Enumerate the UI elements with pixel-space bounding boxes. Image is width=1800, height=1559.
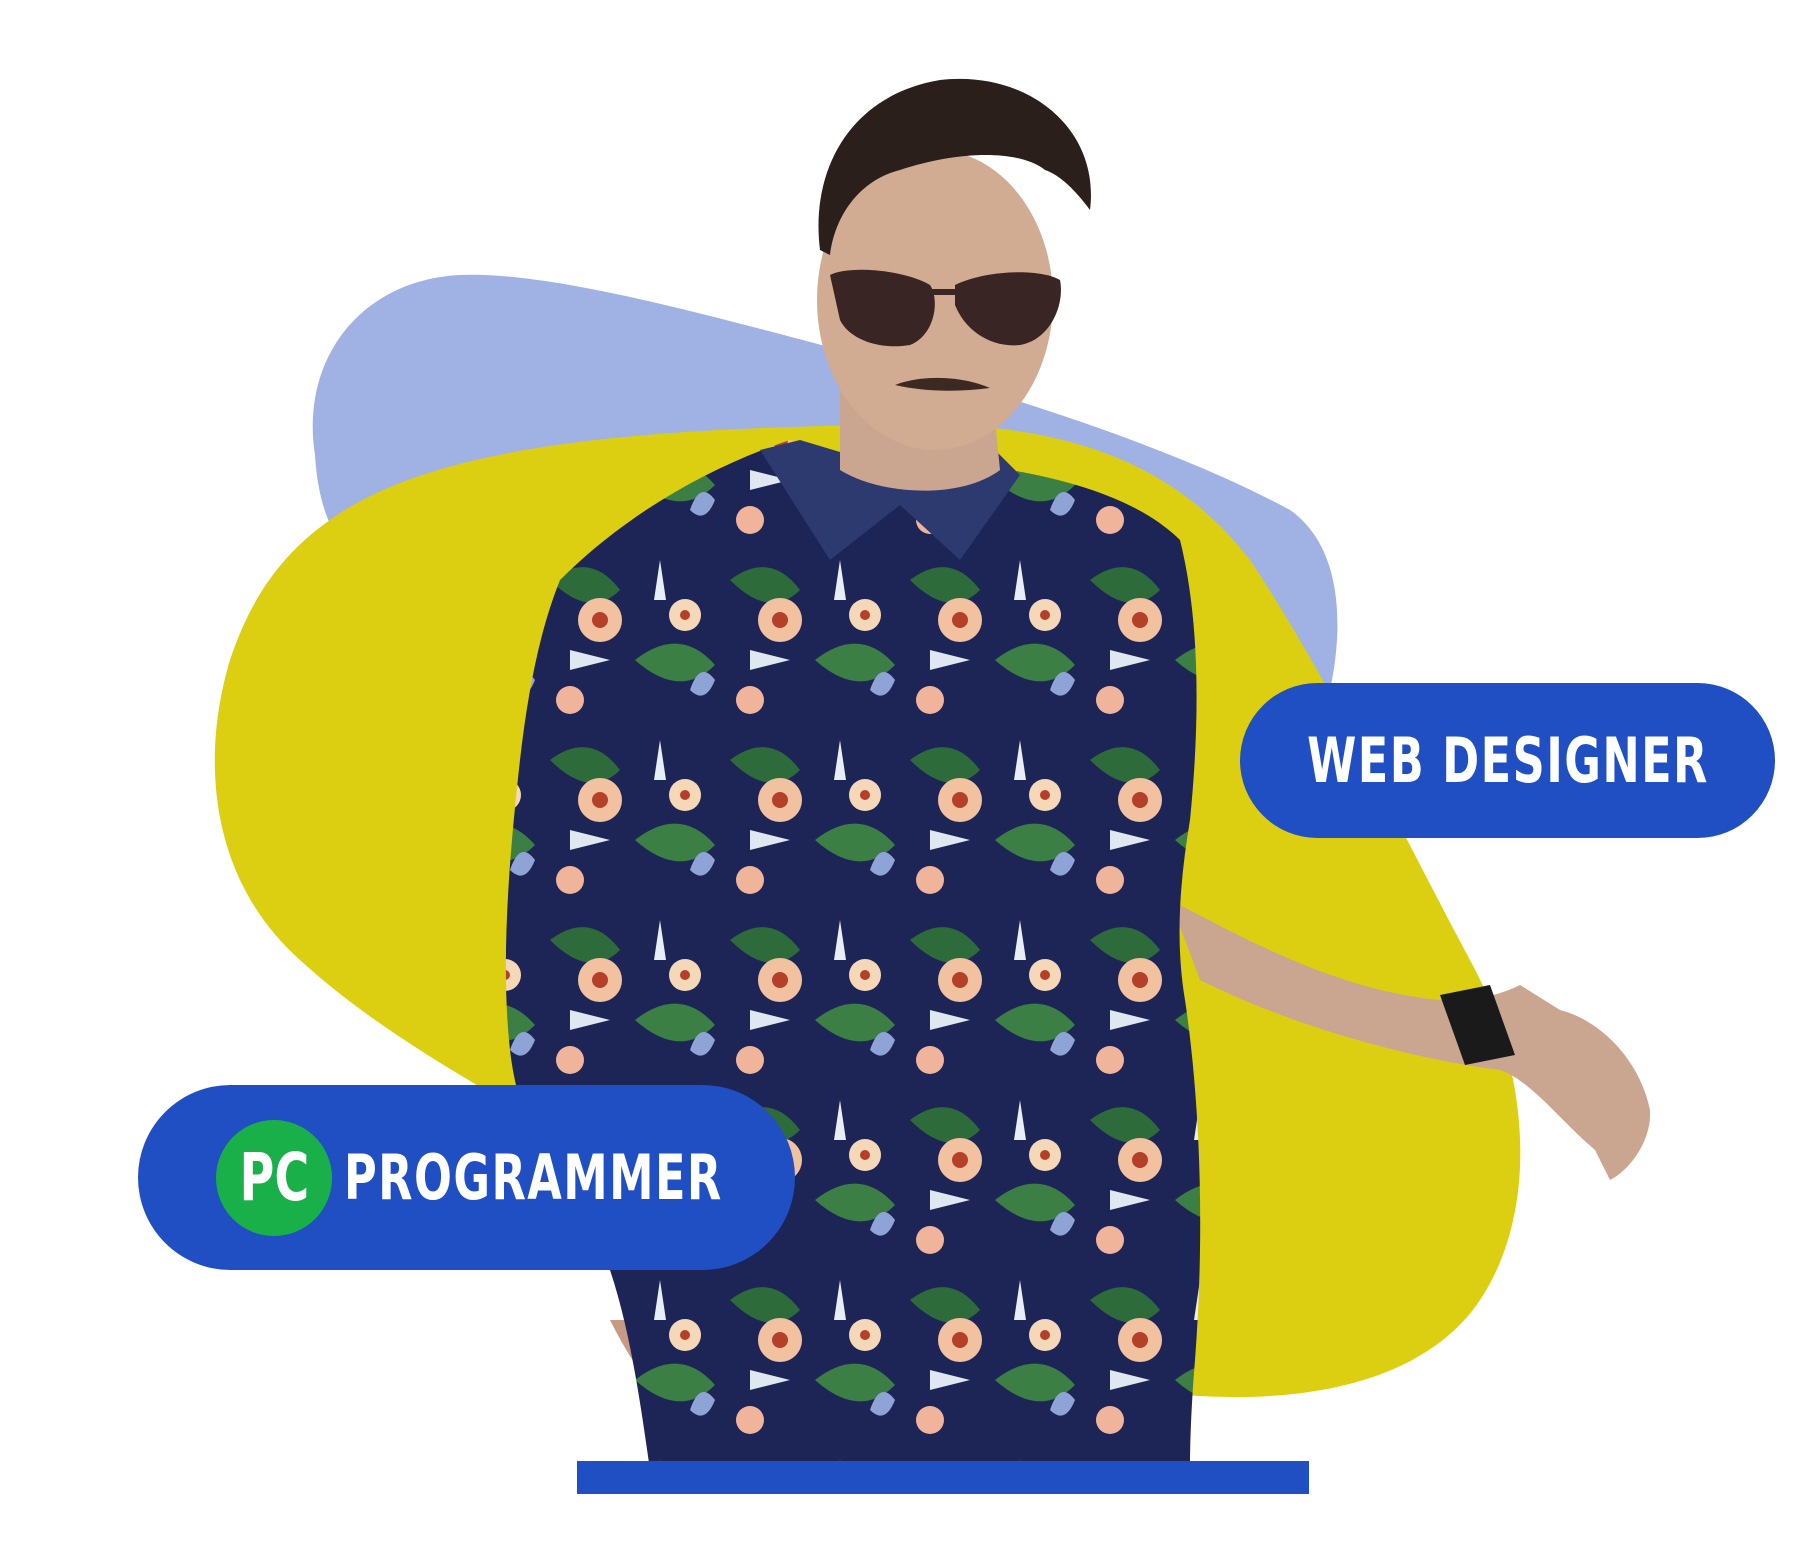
pc-circle-icon: PC <box>216 1119 332 1236</box>
blue-underline-bar <box>577 1461 1309 1494</box>
programmer-label: PROGRAMMER <box>344 1140 723 1214</box>
hero-image: WEB DESIGNER PC PROGRAMMER <box>0 0 1800 1559</box>
pc-icon-text: PC <box>239 1138 309 1216</box>
programmer-badge: PC PROGRAMMER <box>138 1085 795 1270</box>
web-designer-label: WEB DESIGNER <box>1306 723 1709 797</box>
web-designer-badge: WEB DESIGNER <box>1240 683 1775 838</box>
